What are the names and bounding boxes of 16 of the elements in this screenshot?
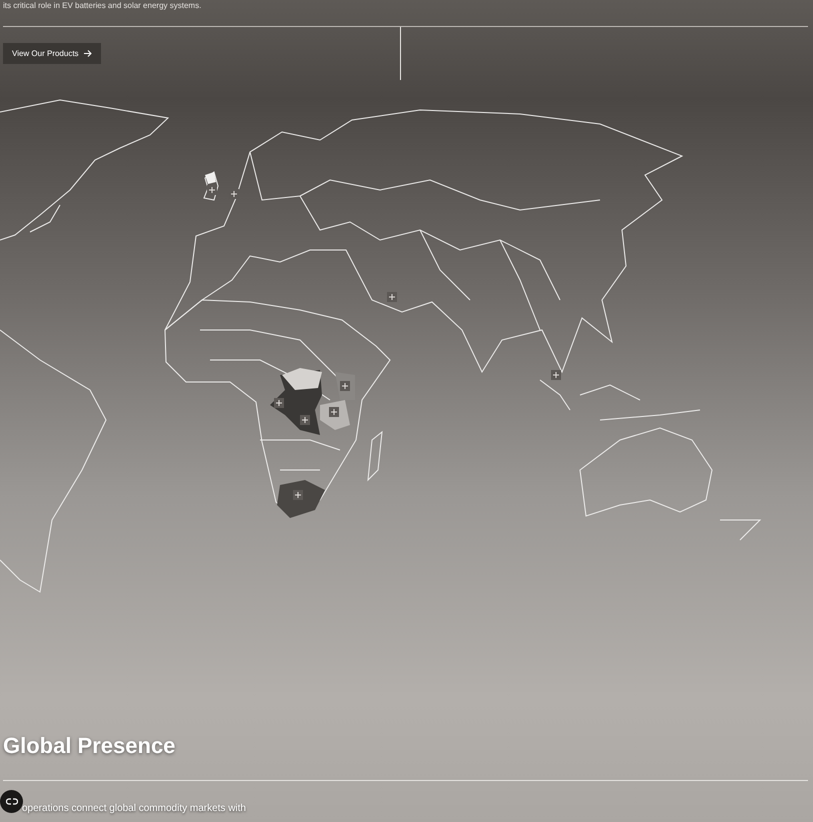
arrow-right-icon	[84, 50, 92, 57]
map-marker-icon[interactable]	[300, 415, 310, 425]
map-marker-icon[interactable]	[551, 370, 561, 380]
section-title: Global Presence	[3, 733, 176, 759]
map-marker-icon[interactable]	[207, 185, 217, 195]
link-badge[interactable]	[0, 790, 23, 813]
highlighted-region-drawing	[205, 172, 216, 184]
map-marker-icon[interactable]	[329, 407, 339, 417]
view-products-button[interactable]: View Our Products	[3, 43, 101, 64]
link-icon	[6, 798, 18, 805]
map-marker-icon[interactable]	[274, 398, 284, 408]
section-description: operations connect global commodity markets with	[22, 803, 246, 815]
map-marker-icon[interactable]	[293, 490, 303, 500]
intro-text: its critical role in EV batteries and solar energy systems.	[3, 1, 202, 11]
map-marker-icon[interactable]	[340, 381, 350, 391]
map-marker-icon[interactable]	[387, 292, 397, 302]
